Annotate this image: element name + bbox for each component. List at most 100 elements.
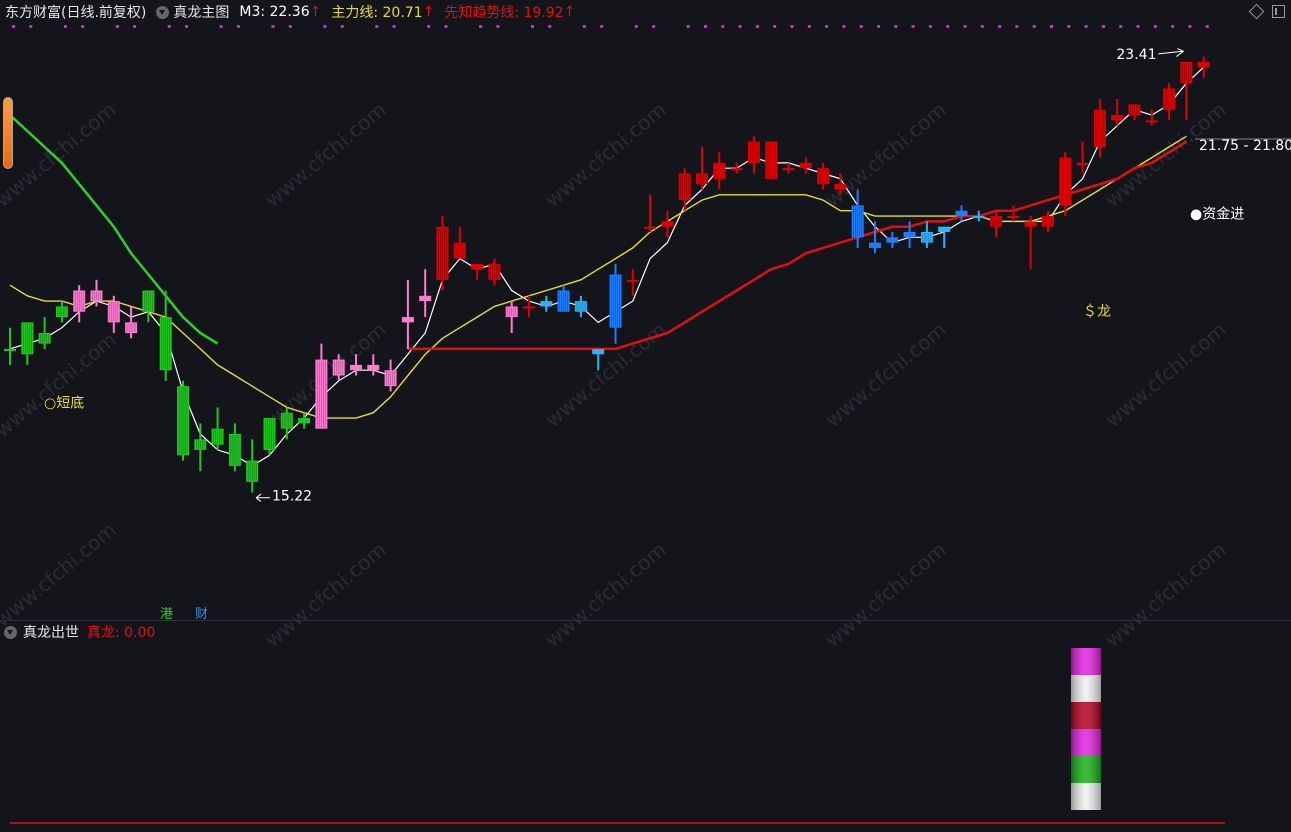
watermark-text: www.cfchi.com [260,537,390,652]
signal-dot [133,25,137,28]
candle-body [540,301,553,307]
candle [678,168,691,211]
signal-dot [1188,25,1192,28]
main-line-value: 主力线: 20.71 [331,5,423,21]
signal-dot [721,25,725,28]
diamond-icon[interactable] [1248,3,1265,20]
signal-dot [790,25,794,28]
stock-title[interactable]: 东方财富(日线.前复权) [5,2,146,22]
candle [194,423,207,472]
signal-dot [911,25,915,28]
candle [401,279,414,349]
candle-body [523,306,535,309]
candle-body [799,162,812,169]
candle [263,418,276,456]
chevron-down-icon[interactable] [156,5,170,19]
candle [4,327,16,365]
candle [696,146,708,190]
chevron-down-icon[interactable] [4,625,17,639]
signal-dot [842,25,846,28]
m3-arrow-icon: ↑ [309,4,322,20]
price-range-label: 21.75 - 21.80 [1199,138,1291,154]
candle-body [626,279,639,282]
indicator-name[interactable]: 真龙主图 [173,2,229,22]
kline-chart[interactable]: www.cfchi.com www.cfchi.com www.cfchi.com w… [0,0,1291,828]
signal-dot [1119,25,1123,28]
signal-dot [531,25,534,28]
candle-body [1076,162,1089,165]
candle-body [419,295,432,302]
candle [747,136,760,174]
candle [505,301,518,333]
high-arrow [1158,50,1183,55]
chart-window[interactable]: www.cfchi.com www.cfchi.com www.cfchi.com w… [0,0,1291,828]
candle [765,141,778,179]
candle-body [1197,61,1210,68]
panel-toggle-icon[interactable] [1272,5,1285,18]
sub-indicator-name[interactable]: 真龙出世 [23,622,79,642]
candle [609,263,622,344]
candle [990,210,1003,238]
candle [177,380,189,461]
candle [453,226,466,259]
signal-dot [600,25,604,28]
watermark-text: www.cfchi.com [540,97,670,212]
watermark-text: www.cfchi.com [1100,537,1230,652]
watermark-text: www.cfchi.com [0,517,121,632]
capital-in-label: ●资金进 [1190,207,1244,223]
signal-dot [1171,25,1175,28]
candle [384,359,397,392]
candle-body [1024,221,1037,227]
signal-dot [1205,25,1209,28]
candle-body [1111,115,1124,121]
candle-body [350,364,362,371]
watermark-text: www.cfchi.com [0,327,121,442]
sub-chart-layer [10,648,1225,824]
candle [713,152,726,190]
signal-dot [1101,25,1105,28]
chart-header: 东方财富(日线.前复权) 真龙主图 M3: 22.36 ↑ 主力线: 20.71… [0,0,1291,24]
signal-dot [1153,25,1157,28]
candle [1059,152,1072,217]
signal-dot [773,25,777,28]
signal-dot [946,25,950,28]
candle-body [298,418,311,424]
candle [920,221,933,248]
candle [211,407,224,450]
signal-dot [807,25,811,28]
signal-dot [1032,25,1036,28]
signal-dot [755,25,759,28]
zoom-slider-handle[interactable] [3,97,13,169]
candle-body [661,221,674,227]
candle-body [401,317,414,323]
m3-value: M3: 22.36 [239,4,310,20]
signal-dot [29,25,33,28]
candle [488,258,501,286]
panel-divider[interactable] [0,620,1291,621]
signal-dot [877,25,880,28]
candle [886,232,899,248]
candle-body [955,210,968,217]
sub-indicator-value: 真龙: 0.00 [87,625,156,641]
signal-bar-shade [1071,729,1101,756]
low-price-label: 15.22 [272,488,312,504]
candle-body [1007,216,1020,219]
candle [471,263,484,280]
signal-dot [582,25,586,28]
candles-layer [4,56,1210,493]
window-controls [1248,3,1285,20]
sub-panel-header: 真龙出世 真龙: 0.00 [4,622,155,642]
signal-dot [12,25,15,28]
candle-body [938,226,951,232]
signal-bar-shade [1071,756,1101,783]
candle [315,343,328,429]
candle [367,354,380,376]
candle [228,423,241,472]
signal-dot [998,25,1002,28]
signal-dot [859,25,863,28]
watermark-text: www.cfchi.com [260,97,390,212]
watermark-text: www.cfchi.com [820,537,950,652]
candle-body [869,242,881,248]
signal-dot [1015,25,1019,28]
candle [21,322,34,365]
